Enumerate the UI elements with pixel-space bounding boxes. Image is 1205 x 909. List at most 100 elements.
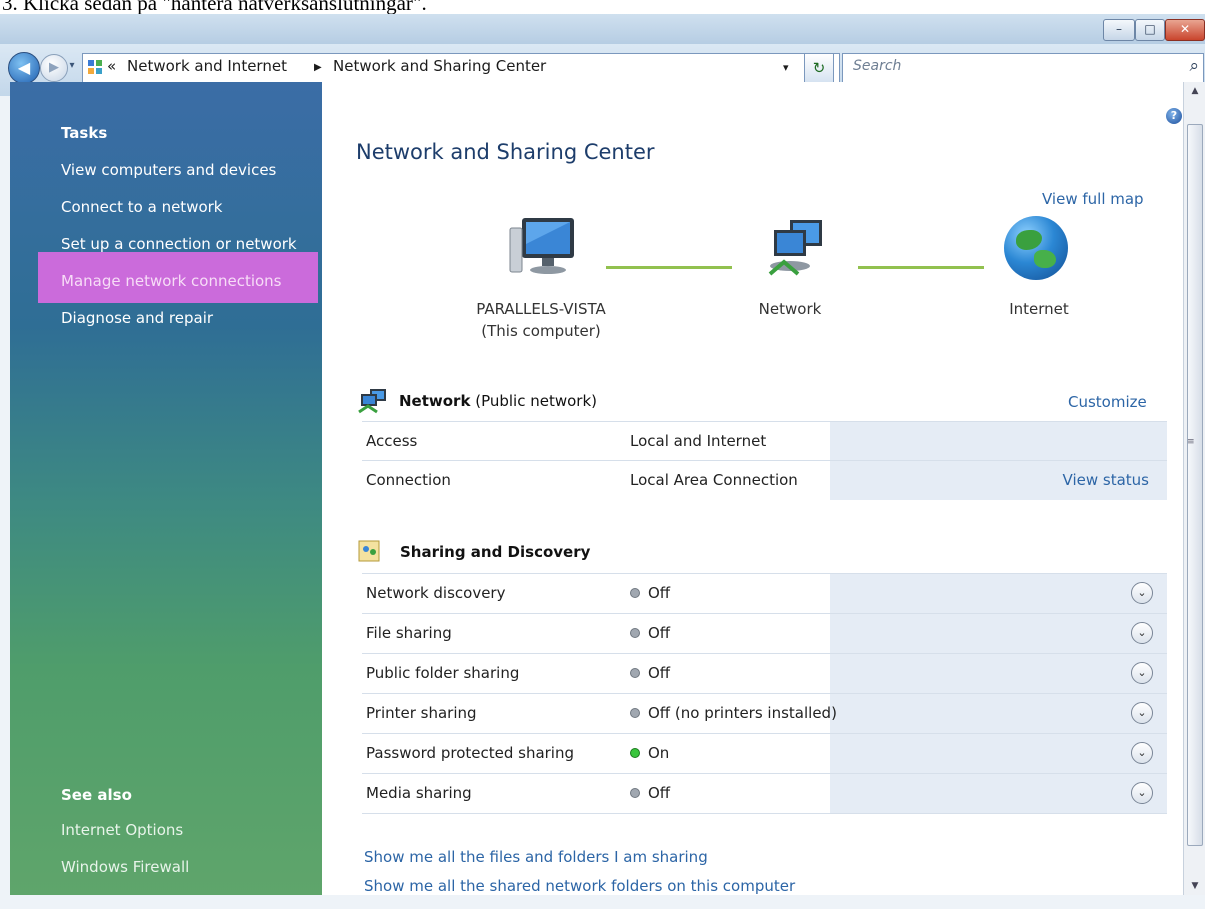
recent-pages-dropdown[interactable]: ▾ [66, 58, 78, 74]
minimize-button[interactable]: – [1103, 19, 1135, 41]
scroll-down-arrow-icon[interactable]: ▼ [1184, 877, 1205, 895]
row-label: Printer sharing [366, 704, 477, 722]
search-icon[interactable]: ⌕ [1189, 56, 1199, 76]
expand-chevron-icon[interactable]: ⌄ [1131, 742, 1153, 764]
row-status: Off [630, 784, 670, 802]
expand-chevron-icon[interactable]: ⌄ [1131, 582, 1153, 604]
expand-chevron-icon[interactable]: ⌄ [1131, 622, 1153, 644]
row-label: File sharing [366, 624, 452, 642]
address-bar[interactable]: « Network and Internet ▶ Network and Sha… [82, 53, 840, 83]
task-set-up-a-connection[interactable]: Set up a connection or network [61, 235, 297, 253]
view-status-link[interactable]: View status [1063, 471, 1149, 489]
caption: 3. Klicka sedan på "hantera nätverksansl… [0, 0, 1205, 14]
caption-text: 3. Klicka sedan på "hantera nätverksansl… [2, 0, 427, 14]
status-off-icon [630, 627, 640, 638]
row-label: Access [366, 432, 418, 450]
breadcrumb-network-and-internet[interactable]: Network and Internet [127, 57, 287, 75]
computer-icon[interactable] [508, 214, 578, 280]
expand-chevron-icon[interactable]: ⌄ [1131, 702, 1153, 724]
status-on-icon [630, 747, 640, 758]
breadcrumb-separator-icon[interactable]: ▶ [314, 62, 322, 73]
vertical-scrollbar[interactable]: ▲ ≡ ▼ [1183, 82, 1205, 895]
title-bar: – □ ✕ [0, 14, 1205, 44]
row-value: Off [648, 624, 671, 642]
row-status: Off (no printers installed) [630, 704, 837, 722]
status-off-icon [630, 587, 640, 598]
expand-chevron-icon[interactable]: ⌄ [1131, 782, 1153, 804]
internet-label: Internet [1009, 300, 1069, 318]
network-icon[interactable] [764, 218, 826, 280]
forward-button[interactable]: ▶ [40, 54, 68, 82]
help-icon[interactable]: ? [1166, 108, 1182, 124]
status-off-icon [630, 707, 640, 718]
network-to-internet-wire [858, 266, 984, 269]
row-shade [830, 774, 1167, 813]
network-name: Network [399, 392, 471, 410]
row-value: Off [648, 664, 671, 682]
search-box[interactable]: Search ⌕ [842, 53, 1204, 83]
sharing-section-title: Sharing and Discovery [400, 543, 591, 561]
computer-name: PARALLELS-VISTA [476, 300, 606, 318]
row-value: Off [648, 784, 671, 802]
address-overflow-chevron[interactable]: « [107, 57, 116, 75]
row-status: Off [630, 584, 670, 602]
tasks-sidebar: Tasks View computers and devices Connect… [10, 82, 322, 895]
link-show-shared-folders[interactable]: Show me all the shared network folders o… [364, 877, 795, 895]
scrollbar-grip-icon: ≡ [1187, 437, 1195, 447]
link-windows-firewall[interactable]: Windows Firewall [61, 858, 189, 876]
row-label: Network discovery [366, 584, 506, 602]
row-status: Off [630, 664, 670, 682]
internet-globe-icon[interactable] [1004, 216, 1068, 280]
page-title: Network and Sharing Center [356, 140, 655, 164]
row-status: On [630, 744, 669, 762]
network-label: Network [758, 300, 822, 318]
sharing-section-icon [358, 540, 380, 562]
search-placeholder: Search [853, 58, 902, 74]
close-button[interactable]: ✕ [1165, 19, 1205, 41]
row-label: Password protected sharing [366, 744, 575, 762]
task-diagnose-and-repair[interactable]: Diagnose and repair [61, 309, 213, 327]
back-button[interactable]: ◀ [8, 52, 40, 84]
task-manage-network-connections[interactable]: Manage network connections [61, 272, 282, 290]
sharing-row-network-discovery[interactable]: Network discovery Off ⌄ [362, 573, 1167, 613]
sharing-row-file-sharing[interactable]: File sharing Off ⌄ [362, 613, 1167, 653]
sharing-row-password-protected-sharing[interactable]: Password protected sharing On ⌄ [362, 733, 1167, 773]
section-divider [362, 813, 1167, 814]
sharing-row-public-folder-sharing[interactable]: Public folder sharing Off ⌄ [362, 653, 1167, 693]
row-shade [830, 614, 1167, 653]
scrollbar-thumb[interactable] [1187, 124, 1203, 846]
address-dropdown-icon[interactable]: ▾ [783, 61, 789, 74]
network-row-access: Access Local and Internet [362, 421, 1167, 461]
link-show-shared-files[interactable]: Show me all the files and folders I am s… [364, 848, 708, 866]
sharing-row-media-sharing[interactable]: Media sharing Off ⌄ [362, 773, 1167, 813]
row-shade [830, 574, 1167, 613]
scroll-up-arrow-icon[interactable]: ▲ [1184, 82, 1205, 100]
network-row-connection: Connection Local Area Connection View st… [362, 460, 1167, 500]
row-label: Connection [366, 471, 451, 489]
maximize-button[interactable]: □ [1135, 19, 1165, 41]
row-shade [830, 654, 1167, 693]
task-view-computers-and-devices[interactable]: View computers and devices [61, 161, 276, 179]
row-value: Off [648, 584, 671, 602]
row-value: Local and Internet [630, 432, 767, 450]
network-type: (Public network) [475, 392, 597, 410]
refresh-button[interactable]: ↻ [804, 53, 834, 83]
sharing-row-printer-sharing[interactable]: Printer sharing Off (no printers install… [362, 693, 1167, 733]
row-label: Public folder sharing [366, 664, 520, 682]
row-shade [830, 422, 1167, 461]
row-value: Off (no printers installed) [648, 704, 837, 722]
computer-subtitle: (This computer) [481, 322, 601, 340]
network-section-icon [358, 389, 386, 414]
task-connect-to-a-network[interactable]: Connect to a network [61, 198, 223, 216]
tasks-heading: Tasks [61, 124, 108, 142]
see-also-heading: See also [61, 786, 132, 804]
view-full-map-link[interactable]: View full map [1042, 190, 1144, 208]
customize-link[interactable]: Customize [1068, 393, 1147, 411]
status-off-icon [630, 787, 640, 798]
control-panel-icon [88, 60, 102, 74]
link-internet-options[interactable]: Internet Options [61, 821, 183, 839]
status-off-icon [630, 667, 640, 678]
expand-chevron-icon[interactable]: ⌄ [1131, 662, 1153, 684]
row-status: Off [630, 624, 670, 642]
breadcrumb-network-and-sharing-center[interactable]: Network and Sharing Center [333, 57, 546, 75]
